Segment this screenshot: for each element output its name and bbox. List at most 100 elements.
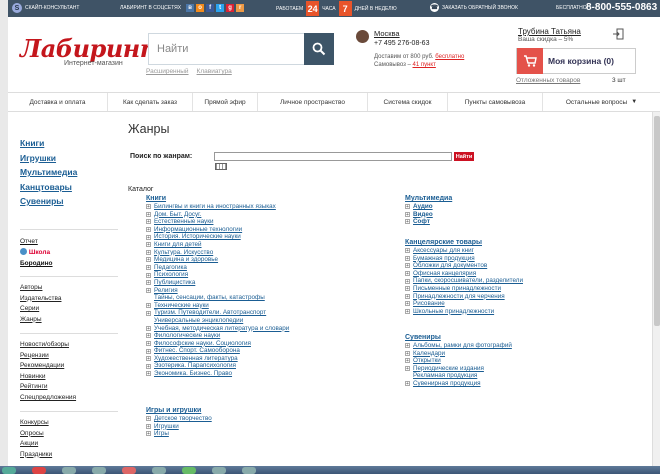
catalog-item[interactable]: + Игры: [146, 430, 212, 438]
odnoklassniki-icon[interactable]: о: [196, 4, 205, 12]
sidebar-report[interactable]: Отчет: [20, 236, 53, 247]
expand-icon[interactable]: +: [146, 325, 151, 331]
nav-other-questions[interactable]: Остальные вопросы ▼: [543, 93, 660, 111]
expand-icon[interactable]: +: [146, 227, 151, 233]
catalog-item[interactable]: + Альбомы, рамки для фотографий: [405, 342, 512, 350]
logout-icon[interactable]: [612, 28, 624, 40]
expand-icon[interactable]: +: [146, 333, 151, 339]
taskbar-app[interactable]: [122, 467, 136, 474]
expand-icon[interactable]: +: [405, 293, 410, 299]
catalog-item[interactable]: + Рисование: [405, 300, 523, 308]
taskbar-app[interactable]: [212, 467, 226, 474]
expand-icon[interactable]: +: [405, 248, 410, 254]
taskbar-app[interactable]: [182, 467, 196, 474]
expand-icon[interactable]: +: [405, 358, 410, 364]
catalog-item[interactable]: + Естественные науки: [146, 218, 289, 226]
skype-consultant[interactable]: S СКАЙП-КОНСУЛЬТАНТ: [12, 3, 79, 13]
expand-icon[interactable]: +: [146, 257, 151, 263]
expand-icon[interactable]: +: [146, 363, 151, 369]
catalog-head-media[interactable]: Мультимедиа: [405, 194, 452, 203]
catalog-head-office[interactable]: Канцелярские товары: [405, 238, 523, 247]
expand-icon[interactable]: +: [146, 423, 151, 429]
scrollbar-thumb[interactable]: [654, 116, 660, 326]
genre-search-input[interactable]: [214, 152, 452, 161]
site-logo[interactable]: Лабиринт: [20, 34, 165, 63]
sidebar-series[interactable]: Серии: [20, 304, 61, 315]
sidebar-school[interactable]: Школа: [20, 247, 53, 258]
catalog-item[interactable]: + Эзотерика. Парапсихология: [146, 362, 289, 370]
start-button[interactable]: [2, 467, 16, 474]
vk-icon[interactable]: в: [186, 4, 195, 12]
expand-icon[interactable]: +: [405, 301, 410, 307]
page-scrollbar[interactable]: [652, 112, 660, 466]
sidebar-recommendations[interactable]: Рекомендации: [20, 361, 76, 372]
keyboard-icon[interactable]: [215, 163, 227, 170]
catalog-item[interactable]: + Школьные принадлежности: [405, 308, 523, 316]
expand-icon[interactable]: +: [405, 211, 410, 217]
expand-icon[interactable]: +: [146, 303, 151, 309]
genre-search-button[interactable]: Найти: [454, 152, 474, 161]
sidebar-special-offers[interactable]: Спецпредложения: [20, 393, 76, 404]
nav-live[interactable]: Прямой эфир: [193, 93, 258, 111]
nav-personal-space[interactable]: Личное пространство: [258, 93, 368, 111]
catalog-item[interactable]: + Открытки: [405, 357, 512, 365]
nav-discounts[interactable]: Система скидок: [368, 93, 448, 111]
expand-icon[interactable]: +: [146, 340, 151, 346]
catalog-item[interactable]: + Культура. Искусство: [146, 249, 289, 257]
catalog-head-souvenirs[interactable]: Сувениры: [405, 333, 512, 342]
catalog-head-books[interactable]: Книги: [146, 194, 289, 203]
catalog-item[interactable]: + Психология: [146, 271, 289, 279]
expand-icon[interactable]: +: [146, 242, 151, 248]
expand-icon[interactable]: +: [146, 211, 151, 217]
catalog-item[interactable]: + Экономика. Бизнес. Право: [146, 370, 289, 378]
catalog-head-toys[interactable]: Игры и игрушки: [146, 406, 212, 415]
expand-icon[interactable]: +: [405, 271, 410, 277]
advanced-search-link[interactable]: Расширенный: [146, 68, 189, 75]
sidebar-reviews[interactable]: Рецензии: [20, 351, 76, 362]
taskbar-app[interactable]: [92, 467, 106, 474]
catalog-item[interactable]: + История. Исторические науки: [146, 233, 289, 241]
expand-icon[interactable]: +: [146, 219, 151, 225]
catalog-item[interactable]: + Религия: [146, 287, 289, 295]
catalog-item[interactable]: +Универсальные энциклопедии: [146, 317, 289, 325]
sidebar-item-souvenirs[interactable]: Сувениры: [20, 194, 77, 209]
catalog-item[interactable]: + Детское творчество: [146, 415, 212, 423]
catalog-item[interactable]: +Рекламная продукция: [405, 372, 512, 380]
sidebar-promotions[interactable]: Акции: [20, 439, 52, 450]
taskbar-app[interactable]: [152, 467, 166, 474]
catalog-item[interactable]: + Туризм. Путеводители. Автотранспорт: [146, 309, 289, 317]
sidebar-contests[interactable]: Конкурсы: [20, 418, 52, 429]
delivery-free-link[interactable]: бесплатно: [435, 54, 464, 60]
sidebar-news[interactable]: Новости/обзоры: [20, 340, 76, 351]
catalog-item[interactable]: +Тайны, сенсации, факты, катастрофы: [146, 294, 289, 302]
expand-icon[interactable]: +: [146, 348, 151, 354]
deferred-items-link[interactable]: Отложенных товаров: [516, 77, 580, 84]
facebook-icon[interactable]: f: [206, 4, 215, 12]
search-button[interactable]: [304, 33, 334, 65]
expand-icon[interactable]: +: [405, 381, 410, 387]
catalog-item[interactable]: + Сувенирная продукция: [405, 380, 512, 388]
city-selector[interactable]: Москва: [374, 29, 400, 38]
expand-icon[interactable]: +: [405, 343, 410, 349]
expand-icon[interactable]: +: [146, 280, 151, 286]
expand-icon[interactable]: +: [146, 287, 151, 293]
nav-delivery[interactable]: Доставка и оплата: [8, 93, 108, 111]
sidebar-publishers[interactable]: Издательства: [20, 294, 61, 305]
sidebar-item-books[interactable]: Книги: [20, 136, 77, 151]
expand-icon[interactable]: +: [146, 416, 151, 422]
expand-icon[interactable]: +: [405, 263, 410, 269]
hotline-phone[interactable]: 8-800-555-0863: [586, 2, 657, 13]
expand-icon[interactable]: +: [146, 265, 151, 271]
catalog-item[interactable]: + Аксессуары для книг: [405, 247, 523, 255]
catalog-item[interactable]: + Педагогика: [146, 264, 289, 272]
expand-icon[interactable]: +: [146, 204, 151, 210]
expand-icon[interactable]: +: [146, 272, 151, 278]
catalog-item[interactable]: + Билингвы и книги на иностранных языках: [146, 203, 289, 211]
catalog-item[interactable]: + Видео: [405, 211, 452, 219]
taskbar-app[interactable]: [242, 467, 256, 474]
catalog-item[interactable]: + Информационные технологии: [146, 226, 289, 234]
catalog-item[interactable]: + Папки, скоросшиватели, разделители: [405, 277, 523, 285]
catalog-item[interactable]: + Дом. Быт. Досуг.: [146, 211, 289, 219]
taskbar-app[interactable]: [32, 467, 46, 474]
expand-icon[interactable]: +: [405, 309, 410, 315]
